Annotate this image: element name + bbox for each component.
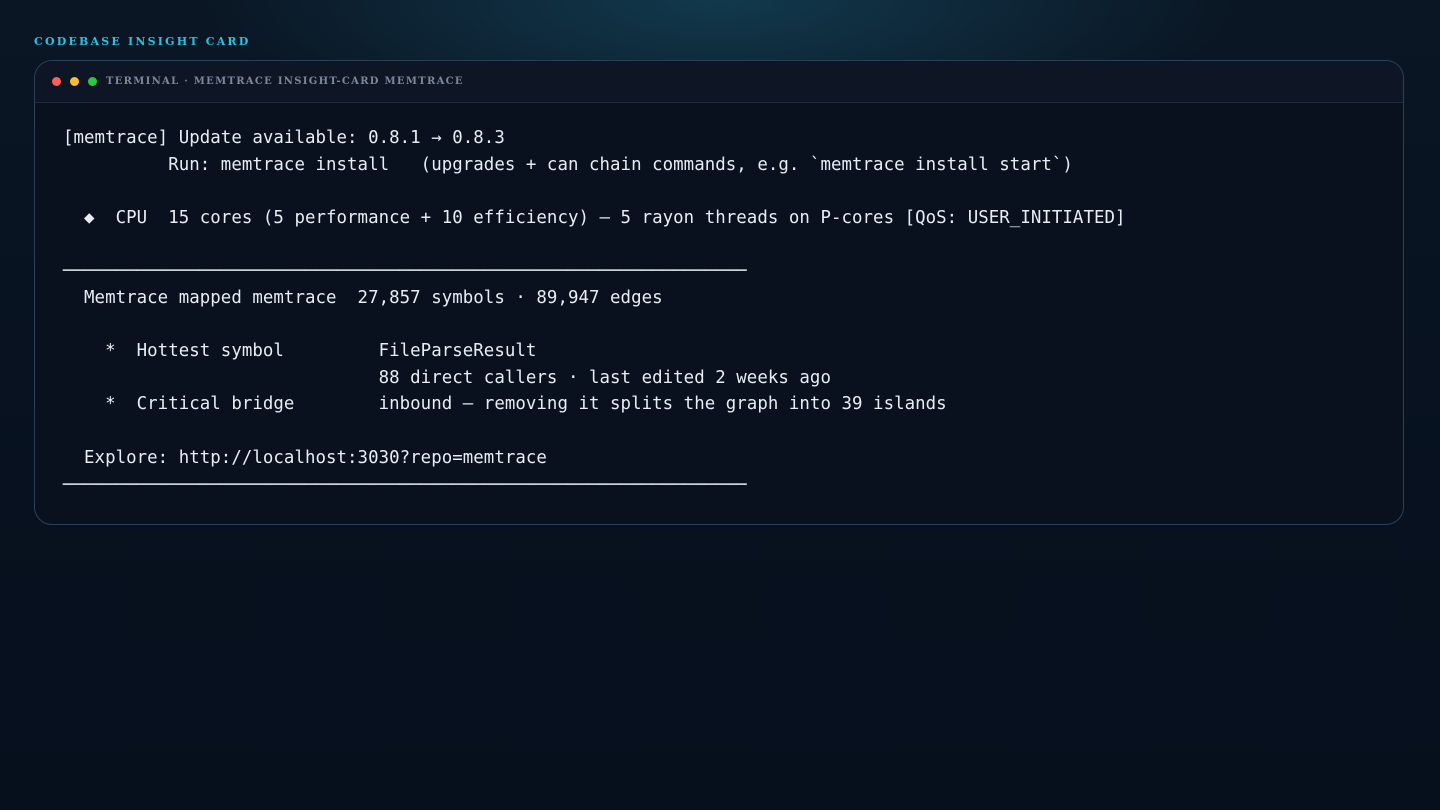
separator-bottom: ────────────────────────────────────────… [63,475,747,495]
explore-url-line[interactable]: Explore: http://localhost:3030?repo=memt… [63,445,547,471]
run-install-line: Run: memtrace install (upgrades + can ch… [63,155,1073,175]
mapped-summary-line: Memtrace mapped memtrace 27,857 symbols … [63,288,663,308]
terminal-output: [memtrace] Update available: 0.8.1 → 0.8… [35,103,1403,524]
terminal-window: TERMINAL · MEMTRACE INSIGHT-CARD MEMTRAC… [34,60,1404,525]
critical-bridge-line: * Critical bridge inbound — removing it … [63,394,947,414]
hottest-symbol-line: * Hottest symbol FileParseResult [63,341,537,361]
hottest-symbol-detail-line: 88 direct callers · last edited 2 weeks … [63,368,831,388]
cpu-info-line: ◆ CPU 15 cores (5 performance + 10 effic… [63,208,1126,228]
update-available-line: [memtrace] Update available: 0.8.1 → 0.8… [63,128,505,148]
separator-top: ────────────────────────────────────────… [63,261,747,281]
page-label: CODEBASE INSIGHT CARD [34,35,251,48]
minimize-window-button[interactable] [70,77,79,86]
close-window-button[interactable] [52,77,61,86]
terminal-title: TERMINAL · MEMTRACE INSIGHT-CARD MEMTRAC… [106,76,464,87]
zoom-window-button[interactable] [88,77,97,86]
terminal-titlebar: TERMINAL · MEMTRACE INSIGHT-CARD MEMTRAC… [35,61,1403,103]
